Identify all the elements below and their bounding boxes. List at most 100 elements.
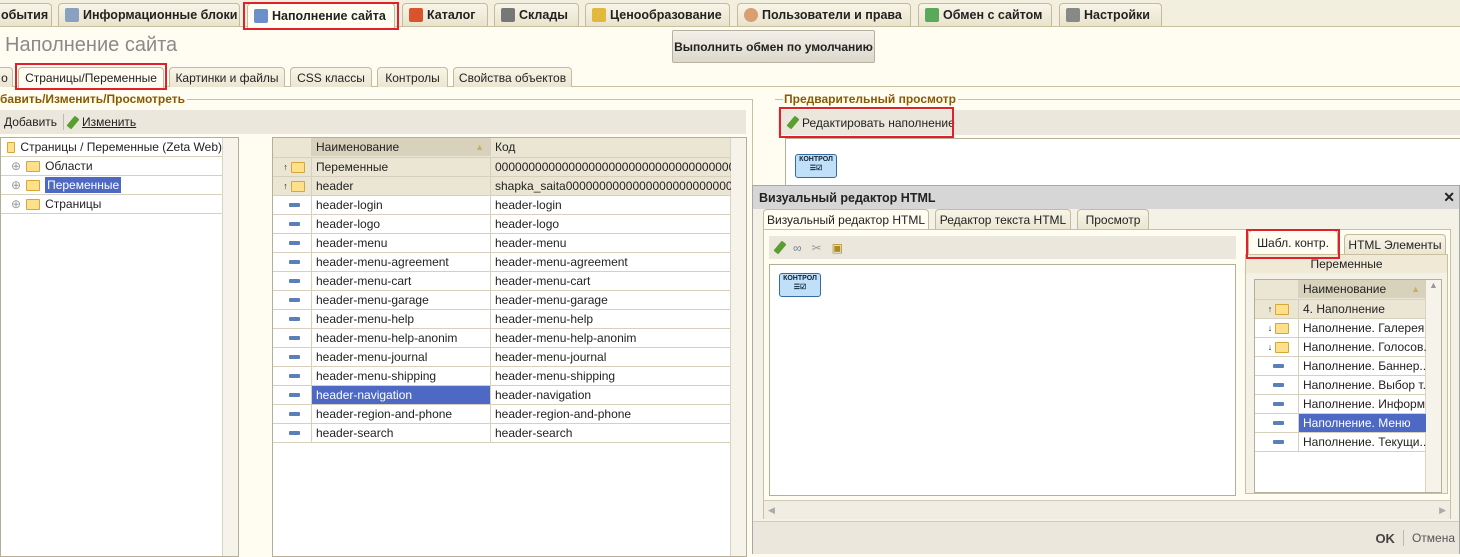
- variable-icon: [1273, 383, 1284, 387]
- column-header-name[interactable]: Наименование ▲: [312, 138, 491, 156]
- link-icon[interactable]: ∞: [793, 241, 802, 255]
- expand-icon[interactable]: ⊕: [11, 178, 21, 192]
- table-row[interactable]: header-menu-shipping header-menu-shipping: [273, 367, 730, 386]
- cell-name: header-menu: [312, 234, 491, 252]
- side-table[interactable]: ▲ Наименование ▲ ↑ 4. Наполнение ↓ Наполнени…: [1254, 279, 1442, 493]
- list-item[interactable]: ↓ Наполнение. Голосов...: [1255, 338, 1426, 357]
- tab-catalog[interactable]: Каталог: [402, 3, 488, 26]
- list-item[interactable]: Наполнение. Текущи...: [1255, 433, 1426, 452]
- expand-icon[interactable]: ⊕: [11, 159, 21, 173]
- row-icon: [273, 215, 312, 233]
- tree-root[interactable]: Страницы / Переменные (Zeta Web): [1, 138, 222, 157]
- tab-site-exchange[interactable]: Обмен с сайтом: [918, 3, 1052, 26]
- table-row[interactable]: ↑ header shapka_saita000000000000000000000…: [273, 177, 731, 196]
- level-down-icon[interactable]: ↓: [1268, 323, 1273, 333]
- tab-pricing[interactable]: Ценообразование: [585, 3, 730, 26]
- tree-scrollbar[interactable]: [222, 138, 238, 556]
- table-row[interactable]: header-menu-cart header-menu-cart: [273, 272, 730, 291]
- expand-icon[interactable]: ⊕: [11, 197, 21, 211]
- cell-name: 4. Наполнение: [1303, 302, 1385, 316]
- folder-icon: [26, 198, 41, 210]
- list-item[interactable]: Наполнение. Выбор т...: [1255, 376, 1426, 395]
- list-item[interactable]: Наполнение. Баннер...: [1255, 357, 1426, 376]
- row-icon: ↓: [1255, 338, 1299, 356]
- level-up-icon[interactable]: ↑: [1268, 304, 1273, 314]
- html-editor-dialog: Визуальный редактор HTML ✕ Визуальный ре…: [752, 185, 1460, 554]
- horizontal-scrollbar[interactable]: ◀ ▶: [764, 500, 1450, 519]
- row-icon: [273, 405, 312, 423]
- variable-icon: [288, 279, 300, 283]
- list-item[interactable]: Наполнение. Информ...: [1255, 395, 1426, 414]
- level-down-icon[interactable]: ↓: [1268, 342, 1273, 352]
- ok-button[interactable]: OK: [1375, 531, 1395, 546]
- control-icon[interactable]: КОНТРОЛ ☰☑: [795, 154, 837, 178]
- tab-label: Наполнение сайта: [272, 9, 386, 23]
- level-up-icon[interactable]: ↑: [283, 162, 288, 172]
- tab-preview[interactable]: Просмотр: [1077, 209, 1149, 229]
- table-row[interactable]: header-search header-search: [273, 424, 730, 443]
- tree-item-variables[interactable]: ⊕ Переменные: [1, 176, 222, 195]
- column-header-code[interactable]: Код: [491, 138, 731, 156]
- insert-control-icon[interactable]: ▣: [832, 241, 843, 255]
- table-row[interactable]: header-login header-login: [273, 196, 730, 215]
- table-row[interactable]: header-menu-garage header-menu-garage: [273, 291, 730, 310]
- tab-site-content[interactable]: Наполнение сайта: [247, 3, 395, 28]
- table-row[interactable]: header-logo header-logo: [273, 215, 730, 234]
- row-icon: [1255, 433, 1299, 451]
- list-item[interactable]: Наполнение. Меню: [1255, 414, 1426, 433]
- unlink-icon[interactable]: ✂: [812, 241, 822, 255]
- tab-settings[interactable]: Настройки: [1059, 3, 1162, 26]
- side-table-scrollbar[interactable]: ▲: [1425, 280, 1441, 492]
- table-row[interactable]: header-menu-help header-menu-help: [273, 310, 730, 329]
- edit-content-button[interactable]: Редактировать наполнение: [802, 116, 955, 130]
- close-button[interactable]: ✕: [1443, 189, 1455, 206]
- list-item[interactable]: ↑ 4. Наполнение: [1255, 300, 1425, 319]
- add-button[interactable]: Добавить: [4, 115, 57, 129]
- subtab-prev[interactable]: о: [0, 67, 13, 87]
- tree-item-areas[interactable]: ⊕ Области: [1, 157, 222, 176]
- cell-name: Наполнение. Меню: [1299, 414, 1426, 432]
- variable-icon: [288, 412, 300, 416]
- level-up-icon[interactable]: ↑: [283, 181, 288, 191]
- control-icon[interactable]: КОНТРОЛ ☰☑: [779, 273, 821, 297]
- subtab-object-properties[interactable]: Свойства объектов: [453, 67, 572, 87]
- edit-button[interactable]: Изменить: [82, 115, 136, 129]
- tab-text-editor[interactable]: Редактор текста HTML: [935, 209, 1071, 229]
- table-header: Наименование ▲ Код: [273, 138, 730, 158]
- list-item[interactable]: ↓ Наполнение. Галерея: [1255, 319, 1425, 338]
- tab-label: Обмен с сайтом: [943, 8, 1043, 22]
- scroll-left-icon[interactable]: ◀: [768, 505, 775, 516]
- table-row[interactable]: ↑ Переменные 00000000000000000000000000000…: [273, 158, 731, 177]
- subtab-images-files[interactable]: Картинки и файлы: [169, 67, 285, 87]
- tab-users[interactable]: Пользователи и права: [737, 3, 911, 26]
- exchange-default-button[interactable]: Выполнить обмен по умолчанию: [672, 30, 875, 63]
- table-row[interactable]: header-menu header-menu: [273, 234, 730, 253]
- tab-events[interactable]: обытия: [0, 3, 52, 26]
- scroll-right-icon[interactable]: ▶: [1439, 505, 1446, 516]
- subtab-css-classes[interactable]: CSS классы: [290, 67, 372, 87]
- tab-warehouses[interactable]: Склады: [494, 3, 579, 26]
- tab-label: Информационные блоки: [83, 8, 238, 22]
- table-scrollbar[interactable]: [730, 138, 746, 556]
- scroll-up-icon[interactable]: ▲: [1426, 280, 1441, 290]
- visual-editor-area[interactable]: КОНТРОЛ ☰☑: [769, 264, 1236, 496]
- tree-panel[interactable]: Страницы / Переменные (Zeta Web) ⊕ Област…: [0, 137, 239, 557]
- cell-name: header-login: [312, 196, 491, 214]
- tab-html-elements[interactable]: HTML Элементы: [1344, 234, 1446, 254]
- tab-visual-editor[interactable]: Визуальный редактор HTML: [763, 209, 929, 230]
- tree-item-pages[interactable]: ⊕ Страницы: [1, 195, 222, 214]
- cancel-button[interactable]: Отмена: [1412, 531, 1455, 545]
- table-row[interactable]: header-region-and-phone header-region-and…: [273, 405, 730, 424]
- table-row[interactable]: header-menu-help-anonim header-menu-help-…: [273, 329, 730, 348]
- subtab-controls[interactable]: Контролы: [377, 67, 448, 87]
- tab-control-templates[interactable]: Шабл. контр.: [1248, 230, 1338, 255]
- table-row[interactable]: header-navigation header-navigation: [273, 386, 730, 405]
- subtab-pages-variables[interactable]: Страницы/Переменные: [18, 67, 164, 88]
- variables-table[interactable]: Наименование ▲ Код ↑ Переменные 00000000000…: [272, 137, 747, 557]
- column-header-name[interactable]: Наименование ▲: [1299, 280, 1426, 298]
- cell-name: Наполнение. Выбор т...: [1303, 378, 1426, 392]
- pencil-icon[interactable]: [773, 240, 787, 255]
- table-row[interactable]: header-menu-journal header-menu-journal: [273, 348, 730, 367]
- tab-info-blocks[interactable]: Информационные блоки: [58, 3, 240, 26]
- table-row[interactable]: header-menu-agreement header-menu-agreeme…: [273, 253, 730, 272]
